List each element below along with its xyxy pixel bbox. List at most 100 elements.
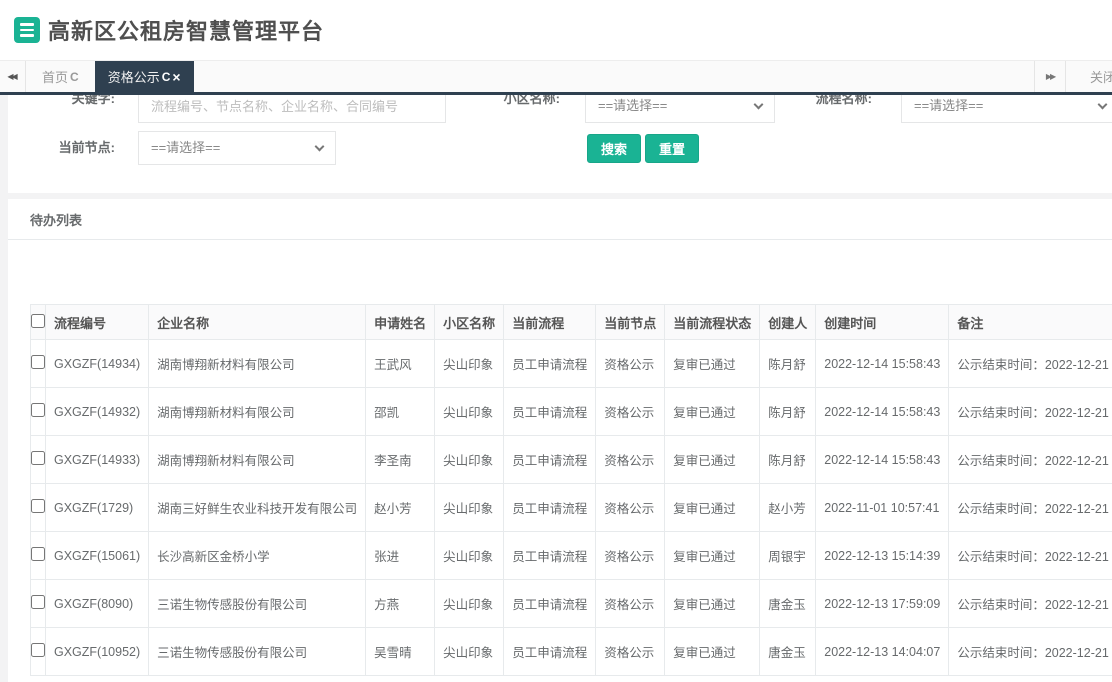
- tabs-scroll-right-icon[interactable]: ▶▶: [1034, 61, 1066, 92]
- row-checkbox-cell: [31, 580, 46, 628]
- menu-icon[interactable]: [14, 17, 40, 43]
- table-cell: 2022-12-13 15:14:39: [816, 532, 949, 580]
- search-form-panel: 关键字: 小区名称: ==请选择== 流程名称: ==请选择== 当前节点: =…: [8, 95, 1112, 193]
- table-cell: 复审已通过: [665, 532, 760, 580]
- row-checkbox-cell: [31, 484, 46, 532]
- table-cell: 湖南博翔新材料有限公司: [149, 388, 366, 436]
- table-cell: 复审已通过: [665, 484, 760, 532]
- table-cell: 尖山印象: [435, 628, 504, 676]
- table-cell: 方燕: [366, 580, 435, 628]
- row-checkbox[interactable]: [31, 355, 45, 369]
- tab-home[interactable]: 首页 C: [26, 61, 95, 92]
- table-cell: 2022-12-13 14:04:07: [816, 628, 949, 676]
- table-cell: 张进: [366, 532, 435, 580]
- page-title: 高新区公租房智慧管理平台: [48, 14, 324, 46]
- table-cell: 复审已通过: [665, 580, 760, 628]
- table-cell: 李圣南: [366, 436, 435, 484]
- community-select-value: ==请选择==: [598, 98, 667, 113]
- select-all-checkbox[interactable]: [31, 314, 45, 328]
- table-row: GXGZF(10952)三诺生物传感股份有限公司吴雪晴尖山印象员工申请流程资格公…: [31, 628, 1112, 676]
- tab-bar-right: ▶▶ 关闭: [1034, 61, 1112, 92]
- tab-home-label: 首页: [42, 67, 68, 86]
- table-cell: 资格公示: [596, 388, 665, 436]
- table-cell: 资格公示: [596, 436, 665, 484]
- table-cell: GXGZF(15061): [46, 532, 149, 580]
- refresh-icon[interactable]: C: [70, 70, 79, 84]
- table-cell: 邵凯: [366, 388, 435, 436]
- close-icon[interactable]: ×: [172, 69, 180, 85]
- panel-title: 待办列表: [30, 210, 82, 229]
- table-cell: 尖山印象: [435, 532, 504, 580]
- row-checkbox-cell: [31, 532, 46, 580]
- table-cell: 三诺生物传感股份有限公司: [149, 580, 366, 628]
- table-cell: 公示结束时间：2022-12-21 16:07:11: [949, 388, 1112, 436]
- row-checkbox[interactable]: [31, 499, 45, 513]
- close-tabs-menu[interactable]: 关闭: [1066, 61, 1112, 92]
- table-cell: 湖南三好鲜生农业科技开发有限公司: [149, 484, 366, 532]
- column-header: 流程编号: [46, 305, 149, 340]
- row-checkbox-cell: [31, 388, 46, 436]
- table-cell: GXGZF(10952): [46, 628, 149, 676]
- todo-table-body: GXGZF(14934)湖南博翔新材料有限公司王武风尖山印象员工申请流程资格公示…: [31, 340, 1112, 676]
- search-button[interactable]: 搜索: [587, 134, 641, 163]
- node-select[interactable]: ==请选择==: [138, 131, 336, 165]
- table-cell: 2022-12-14 15:58:43: [816, 340, 949, 388]
- row-checkbox[interactable]: [31, 403, 45, 417]
- table-cell: 唐金玉: [760, 580, 816, 628]
- row-checkbox[interactable]: [31, 643, 45, 657]
- table-cell: 尖山印象: [435, 484, 504, 532]
- table-cell: GXGZF(14933): [46, 436, 149, 484]
- table-cell: 员工申请流程: [504, 436, 596, 484]
- table-cell: 公示结束时间：2022-12-21 16:07:55: [949, 340, 1112, 388]
- chevron-down-icon: [1098, 100, 1108, 110]
- table-cell: 资格公示: [596, 340, 665, 388]
- table-cell: 员工申请流程: [504, 532, 596, 580]
- chevron-down-icon: [315, 142, 325, 152]
- table-cell: 公示结束时间：2022-12-21 15:42:31: [949, 484, 1112, 532]
- table-cell: 长沙高新区金桥小学: [149, 532, 366, 580]
- table-cell: 资格公示: [596, 484, 665, 532]
- table-cell: 2022-11-01 10:57:41: [816, 484, 949, 532]
- tab-qualification-publicity[interactable]: 资格公示 C ×: [95, 61, 194, 92]
- table-cell: 赵小芳: [366, 484, 435, 532]
- table-row: GXGZF(8090)三诺生物传感股份有限公司方燕尖山印象员工申请流程资格公示复…: [31, 580, 1112, 628]
- row-checkbox-cell: [31, 340, 46, 388]
- node-select-value: ==请选择==: [151, 140, 220, 155]
- process-select-value: ==请选择==: [914, 98, 983, 113]
- table-cell: 公示结束时间：2022-12-21 09:50:37: [949, 628, 1112, 676]
- node-label: 当前节点:: [15, 137, 115, 156]
- column-header: 创建时间: [816, 305, 949, 340]
- table-cell: 2022-12-13 17:59:09: [816, 580, 949, 628]
- table-cell: 湖南博翔新材料有限公司: [149, 340, 366, 388]
- table-cell: 周银宇: [760, 532, 816, 580]
- panel-header: 待办列表: [8, 199, 1112, 240]
- table-cell: 复审已通过: [665, 628, 760, 676]
- table-row: GXGZF(14934)湖南博翔新材料有限公司王武风尖山印象员工申请流程资格公示…: [31, 340, 1112, 388]
- table-cell: GXGZF(8090): [46, 580, 149, 628]
- table-row: GXGZF(14933)湖南博翔新材料有限公司李圣南尖山印象员工申请流程资格公示…: [31, 436, 1112, 484]
- table-cell: 员工申请流程: [504, 580, 596, 628]
- table-cell: 复审已通过: [665, 388, 760, 436]
- tab-active-label: 资格公示: [108, 67, 160, 86]
- refresh-icon[interactable]: C: [162, 70, 171, 84]
- row-checkbox[interactable]: [31, 595, 45, 609]
- row-checkbox[interactable]: [31, 451, 45, 465]
- table-cell: 复审已通过: [665, 340, 760, 388]
- column-header: 申请姓名: [366, 305, 435, 340]
- row-checkbox-cell: [31, 436, 46, 484]
- table-cell: GXGZF(1729): [46, 484, 149, 532]
- row-checkbox[interactable]: [31, 547, 45, 561]
- column-header: 企业名称: [149, 305, 366, 340]
- column-header: 当前流程状态: [665, 305, 760, 340]
- table-cell: 资格公示: [596, 628, 665, 676]
- table-cell: 尖山印象: [435, 388, 504, 436]
- table-cell: 三诺生物传感股份有限公司: [149, 628, 366, 676]
- todo-list-panel: 待办列表 流程编号企业名称申请姓名小区名称当前流程当前节点当前流程状态创建人创建…: [8, 199, 1112, 682]
- column-header: 备注: [949, 305, 1112, 340]
- select-all-cell: [31, 305, 46, 340]
- column-header: 小区名称: [435, 305, 504, 340]
- tabs-scroll-left-icon[interactable]: ◀◀: [0, 61, 26, 92]
- reset-button[interactable]: 重置: [645, 134, 699, 163]
- table-cell: 员工申请流程: [504, 628, 596, 676]
- table-cell: GXGZF(14932): [46, 388, 149, 436]
